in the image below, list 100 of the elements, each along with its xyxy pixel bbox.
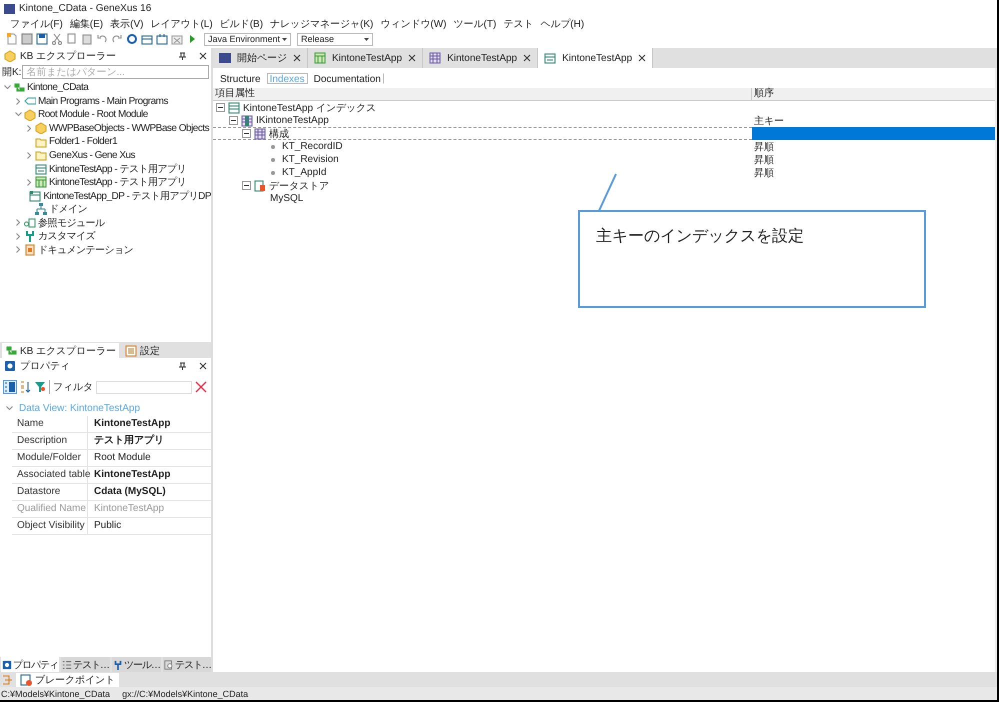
tree-item[interactable]: Root Module - Root Module bbox=[38, 109, 148, 120]
menu-item[interactable]: テスト bbox=[503, 16, 534, 30]
categorized-icon[interactable] bbox=[4, 381, 16, 393]
tree-item[interactable]: データストア bbox=[269, 178, 329, 192]
panel-tab[interactable]: ツール… bbox=[112, 657, 161, 672]
tree-item[interactable]: ドメイン bbox=[49, 202, 87, 216]
tree-item[interactable]: WWPBaseObjects - WWPBase Objects bbox=[49, 122, 210, 134]
panel-tab[interactable]: 設定 bbox=[122, 343, 164, 358]
clear-icon[interactable] bbox=[195, 381, 207, 393]
tree-item[interactable]: カスタマイズ bbox=[38, 229, 95, 244]
menu-item[interactable]: ウィンドウ(W) bbox=[380, 16, 446, 30]
save-all-icon[interactable] bbox=[36, 33, 48, 45]
collapse-icon[interactable] bbox=[242, 129, 251, 138]
menu-item[interactable]: ヘルプ(H) bbox=[540, 16, 584, 30]
panel-tab[interactable]: プロパティ bbox=[1, 657, 59, 672]
chevron-down-icon[interactable] bbox=[15, 111, 22, 118]
gear-icon bbox=[2, 660, 12, 670]
menu-item[interactable]: ファイル(F) bbox=[10, 16, 63, 30]
filter-icon[interactable] bbox=[34, 381, 46, 393]
document-tab[interactable]: KintoneTestApp bbox=[538, 48, 654, 68]
menu-item[interactable]: ツール(T) bbox=[454, 16, 496, 30]
menu-item[interactable]: レイアウト(L) bbox=[150, 16, 213, 30]
chevron-right-icon[interactable] bbox=[26, 124, 33, 132]
tree-item[interactable]: Folder1 - Folder1 bbox=[49, 136, 118, 148]
chevron-right-icon[interactable] bbox=[26, 152, 33, 159]
property-value: テスト用アプリ bbox=[88, 433, 211, 450]
redo-icon[interactable] bbox=[111, 33, 123, 45]
tree-item[interactable]: 参照モジュール bbox=[38, 216, 104, 230]
column-header: 順序 bbox=[753, 88, 775, 100]
save-icon[interactable] bbox=[21, 33, 33, 45]
panel-tab[interactable]: KB エクスプローラー bbox=[2, 343, 120, 358]
tree-item[interactable]: KintoneTestApp - テスト用アプリ bbox=[49, 162, 186, 176]
selected-cell[interactable] bbox=[752, 127, 995, 140]
tab[interactable]: Documentation bbox=[310, 73, 384, 84]
collapse-icon[interactable] bbox=[229, 116, 238, 125]
column-header: 項目属性 bbox=[213, 88, 752, 100]
tree-item[interactable]: KT_RecordID bbox=[282, 141, 343, 152]
chevron-right-icon[interactable] bbox=[15, 98, 22, 105]
copy-icon[interactable] bbox=[66, 33, 78, 45]
chevron-right-icon[interactable] bbox=[26, 178, 33, 186]
close-icon[interactable] bbox=[293, 54, 301, 62]
search-field[interactable]: 名前またはパターン... bbox=[22, 65, 209, 79]
tree-item[interactable]: IKintoneTestApp bbox=[256, 115, 329, 126]
order-value: 主キー bbox=[754, 114, 784, 128]
section-title: Data View: KintoneTestApp bbox=[19, 403, 140, 414]
panel-tab[interactable]: ブレークポイント bbox=[16, 672, 119, 686]
property-name: Object Visibility bbox=[12, 518, 88, 535]
sort-alpha-icon[interactable] bbox=[19, 381, 31, 393]
chevron-down-icon[interactable] bbox=[4, 84, 11, 92]
tab[interactable]: Structure bbox=[217, 73, 264, 84]
order-value: 昇順 bbox=[754, 166, 774, 180]
order-value: 昇順 bbox=[754, 140, 774, 154]
pin-icon[interactable] bbox=[179, 52, 186, 60]
paste-icon[interactable] bbox=[81, 33, 93, 45]
panel-tab[interactable]: テスト… bbox=[163, 657, 211, 672]
tree-item[interactable]: KintoneTestApp インデックス bbox=[243, 100, 376, 114]
dropdown[interactable]: Release bbox=[297, 32, 373, 46]
collapse-icon[interactable] bbox=[216, 103, 225, 112]
property-value: Public bbox=[88, 518, 211, 535]
caret-icon bbox=[364, 38, 369, 40]
close-icon[interactable] bbox=[199, 52, 207, 60]
cut-icon[interactable] bbox=[51, 33, 63, 45]
filter-field[interactable] bbox=[96, 380, 192, 394]
undo-icon[interactable] bbox=[96, 33, 108, 45]
filter-label: フィルタ bbox=[49, 380, 93, 394]
tree-item[interactable]: GeneXus - Gene Xus bbox=[49, 150, 136, 161]
close-icon[interactable] bbox=[523, 54, 532, 62]
collapse-icon[interactable] bbox=[242, 181, 251, 190]
close-icon[interactable] bbox=[408, 54, 416, 62]
chevron-down-icon[interactable] bbox=[6, 406, 13, 411]
close-icon[interactable] bbox=[199, 362, 207, 370]
folder-icon bbox=[35, 149, 47, 162]
menu-item[interactable]: ナレッジマネージャ(K) bbox=[270, 16, 374, 30]
module-icon bbox=[24, 216, 36, 229]
tree-item[interactable]: KintoneTestApp_DP - テスト用アプリDP bbox=[43, 188, 211, 203]
tree-item[interactable]: Main Programs - Main Programs bbox=[38, 96, 168, 107]
tree-item[interactable]: KT_Revision bbox=[282, 154, 339, 165]
chevron-right-icon[interactable] bbox=[15, 232, 22, 240]
pin-icon[interactable] bbox=[179, 362, 186, 370]
tree-item[interactable]: ドキュメンテーション bbox=[38, 242, 133, 257]
refresh-icon[interactable] bbox=[126, 33, 138, 45]
panel-tab[interactable]: テスト… bbox=[61, 657, 110, 672]
new-file-icon[interactable] bbox=[6, 33, 18, 45]
table-icon bbox=[429, 52, 442, 64]
table-icon bbox=[241, 114, 253, 126]
property-name: Module/Folder bbox=[12, 450, 88, 467]
dropdown[interactable]: Java Environment bbox=[204, 32, 291, 46]
tree-item[interactable]: 構成 bbox=[269, 126, 289, 140]
tree-item[interactable]: MySQL bbox=[270, 193, 304, 204]
tree-item[interactable]: KintoneTestApp - テスト用アプリ bbox=[49, 175, 186, 190]
close-icon[interactable] bbox=[638, 54, 646, 62]
menu-item[interactable]: 表示(V) bbox=[110, 16, 144, 30]
tree-item[interactable]: KT_AppId bbox=[282, 167, 326, 178]
chevron-right-icon[interactable] bbox=[15, 246, 22, 254]
menu-item[interactable]: ビルド(B) bbox=[220, 16, 264, 30]
chevron-right-icon[interactable] bbox=[15, 219, 22, 226]
cancel-icon[interactable] bbox=[171, 33, 183, 45]
tree-item[interactable]: Kintone_CData bbox=[27, 82, 88, 94]
callout: 主キーのインデックスを設定 bbox=[578, 210, 926, 308]
menu-item[interactable]: 編集(E) bbox=[70, 16, 104, 30]
